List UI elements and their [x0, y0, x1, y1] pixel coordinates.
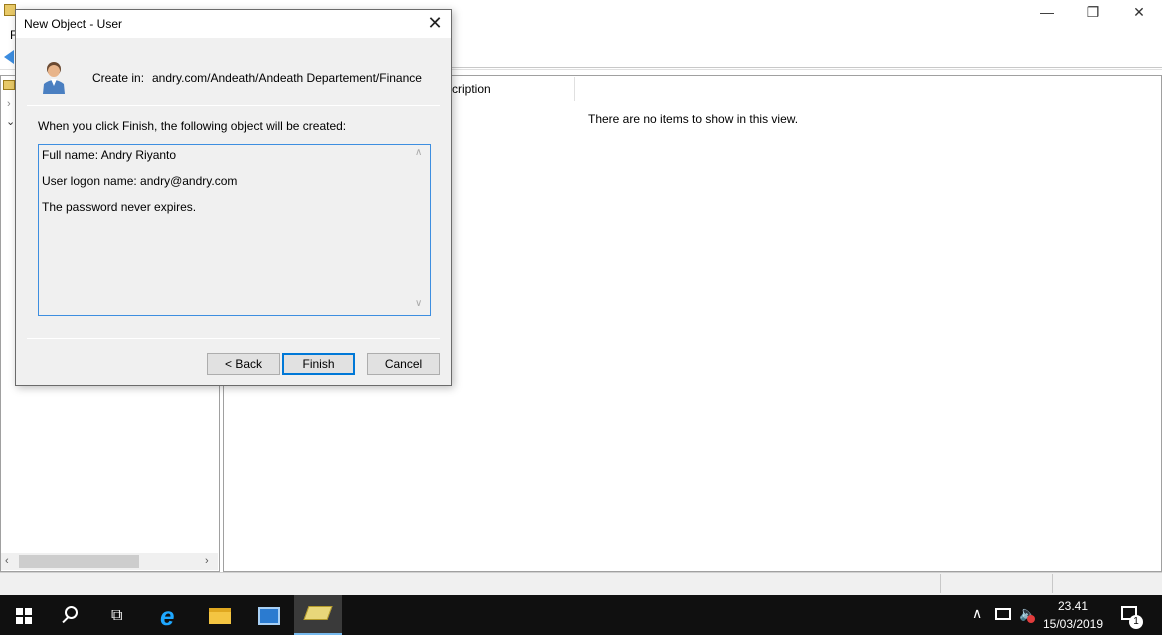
summary-textbox[interactable]: Full name: Andry Riyanto User logon name…	[38, 144, 431, 316]
network-icon[interactable]	[995, 608, 1011, 620]
scroll-up-icon[interactable]: ∧	[415, 147, 422, 158]
dialog-close-button[interactable]: ✕	[422, 13, 448, 35]
task-view-icon[interactable]: ⧉	[111, 607, 122, 625]
scroll-down-icon[interactable]: ∨	[415, 298, 422, 309]
folder-icon	[3, 80, 15, 90]
new-user-dialog: New Object - User ✕ Create in: andry.com…	[15, 9, 452, 386]
taskbar: ⧉ e ∧ 🔈 23.41 15/03/2019 1	[0, 595, 1162, 635]
tray-chevron-up-icon[interactable]: ∧	[972, 605, 982, 622]
start-icon[interactable]	[16, 608, 32, 624]
status-bar	[0, 572, 1162, 595]
active-directory-icon	[303, 606, 333, 620]
intro-text: When you click Finish, the following obj…	[38, 119, 347, 133]
volume-muted-icon	[1027, 615, 1035, 623]
back-arrow-icon[interactable]	[4, 50, 14, 64]
finish-button[interactable]: Finish	[282, 353, 355, 375]
notification-badge: 1	[1129, 615, 1143, 629]
horizontal-scrollbar[interactable]: ‹ ›	[1, 553, 218, 570]
chevron-down-icon[interactable]: ⌄	[6, 115, 15, 128]
status-divider	[940, 574, 941, 593]
chevron-right-icon[interactable]: ›	[7, 98, 11, 110]
close-button[interactable]: ✕	[1116, 0, 1162, 26]
file-explorer-icon[interactable]	[209, 608, 231, 624]
clock-date[interactable]: 15/03/2019	[1040, 617, 1106, 631]
create-in-label: Create in:	[92, 71, 145, 85]
summary-logon-name: User logon name: andry@andry.com	[42, 174, 238, 188]
summary-password-note: The password never expires.	[42, 200, 197, 214]
scrollbar-thumb[interactable]	[19, 555, 139, 568]
internet-explorer-icon[interactable]: e	[160, 601, 174, 632]
active-taskbar-item[interactable]	[294, 595, 342, 635]
empty-list-message: There are no items to show in this view.	[588, 112, 799, 126]
vertical-scrollbar[interactable]: ∧ ∨	[412, 145, 430, 315]
back-button[interactable]: < Back	[207, 353, 280, 375]
user-icon	[43, 62, 65, 94]
divider	[27, 105, 440, 106]
cancel-button[interactable]: Cancel	[367, 353, 440, 375]
column-divider[interactable]	[574, 77, 575, 101]
minimize-button[interactable]: —	[1024, 0, 1070, 26]
divider	[452, 67, 1162, 68]
create-in-path: andry.com/Andeath/Andeath Departement/Fi…	[152, 71, 422, 85]
maximize-button[interactable]: ❐	[1070, 0, 1116, 26]
server-manager-icon[interactable]	[258, 607, 280, 625]
summary-full-name: Full name: Andry Riyanto	[42, 148, 177, 162]
dialog-titlebar[interactable]: New Object - User ✕	[16, 10, 451, 38]
scroll-right-icon[interactable]: ›	[205, 553, 209, 570]
clock-time[interactable]: 23.41	[1040, 599, 1106, 613]
divider	[27, 338, 440, 339]
status-divider	[1052, 574, 1053, 593]
search-handle	[62, 616, 69, 624]
dialog-title: New Object - User	[24, 17, 123, 31]
scroll-left-icon[interactable]: ‹	[5, 553, 9, 570]
column-header-description[interactable]: cription	[452, 82, 491, 96]
